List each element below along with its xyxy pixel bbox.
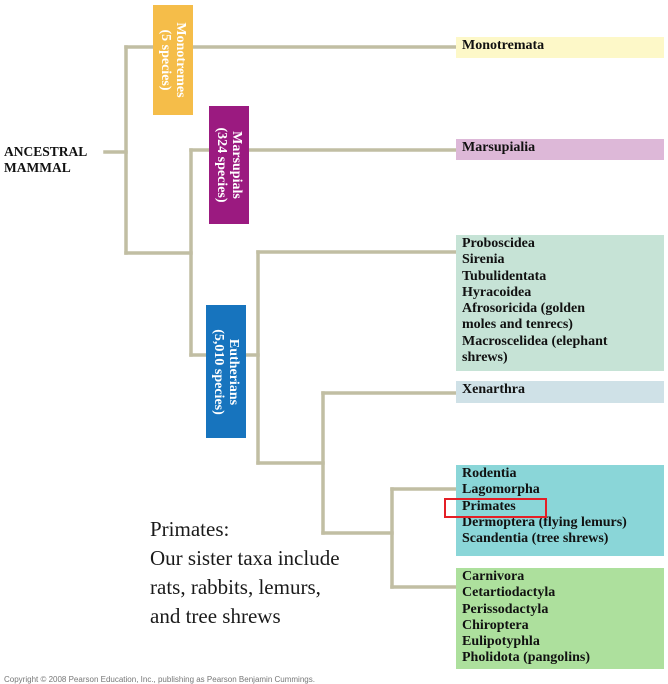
clade-label-line: Marsupials xyxy=(229,131,244,199)
taxon-label: Eulipotyphla xyxy=(462,634,540,650)
clade-label-line: Eutherians xyxy=(226,338,241,405)
clade-label-line: Monotremes xyxy=(173,22,188,98)
taxon-label: Monotremata xyxy=(462,38,545,53)
clade-monotremes: Monotremes (5 species) xyxy=(153,5,193,115)
annotation-line: Our sister taxa include xyxy=(150,546,340,570)
annotation-line: Primates: xyxy=(150,517,230,541)
clade-eutherians-label: Eutherians (5,010 species) xyxy=(211,329,241,415)
taxon-label: Proboscidea xyxy=(462,236,535,251)
copyright-notice: Copyright © 2008 Pearson Education, Inc.… xyxy=(4,675,315,684)
annotation-line: rats, rabbits, lemurs, xyxy=(150,575,321,599)
taxon-label: Afrosoricida (golden xyxy=(462,301,586,317)
clade-monotremes-label: Monotremes (5 species) xyxy=(158,22,188,97)
taxon-label: Macroscelidea (elephant xyxy=(462,333,608,349)
taxon-label: Cetartiodactyla xyxy=(462,585,556,601)
root-label-line: MAMMAL xyxy=(4,160,71,175)
taxon-label: Perissodactyla xyxy=(462,601,549,617)
primates-annotation: Primates: Our sister taxa include rats, … xyxy=(150,515,340,631)
taxon-label: Xenarthra xyxy=(462,382,525,397)
taxa-xenarthra: Xenarthra xyxy=(456,381,664,403)
taxon-label: Pholidota (pangolins) xyxy=(462,650,590,666)
clade-label-line: (5 species) xyxy=(158,29,173,91)
taxon-label: Sirenia xyxy=(462,252,505,268)
taxon-label: Hyracoidea xyxy=(462,284,532,300)
taxon-label: Chiroptera xyxy=(462,617,529,633)
clade-label-line: (324 species) xyxy=(214,127,229,203)
taxa-marsupialia: Marsupialia xyxy=(456,139,664,160)
taxon-label: Marsupialia xyxy=(462,140,536,155)
clade-label-line: (5,010 species) xyxy=(211,328,226,415)
taxa-afrotheria: Proboscidea Sirenia Tubulidentata Hyraco… xyxy=(456,235,664,371)
clade-marsupials-label: Marsupials (324 species) xyxy=(214,127,244,202)
taxon-label: shrews) xyxy=(462,350,508,366)
taxon-label: Scandentia (tree shrews) xyxy=(462,531,609,547)
annotation-line: and tree shrews xyxy=(150,604,281,628)
taxon-label: Rodentia xyxy=(462,466,517,481)
taxa-monotremata: Monotremata xyxy=(456,37,664,58)
taxa-laurasiatheria: Carnivora Cetartiodactyla Perissodactyla… xyxy=(456,568,664,669)
clade-eutherians: Eutherians (5,010 species) xyxy=(206,305,246,438)
clade-marsupials: Marsupials (324 species) xyxy=(209,106,249,224)
taxon-label: Carnivora xyxy=(462,569,525,584)
taxon-label: moles and tenrecs) xyxy=(462,317,573,333)
root-label: ANCESTRAL MAMMAL xyxy=(4,144,87,176)
primates-highlight-box xyxy=(444,498,547,518)
root-label-line: ANCESTRAL xyxy=(4,144,88,159)
taxon-label: Tubulidentata xyxy=(462,268,547,284)
taxon-label: Lagomorpha xyxy=(462,482,540,498)
